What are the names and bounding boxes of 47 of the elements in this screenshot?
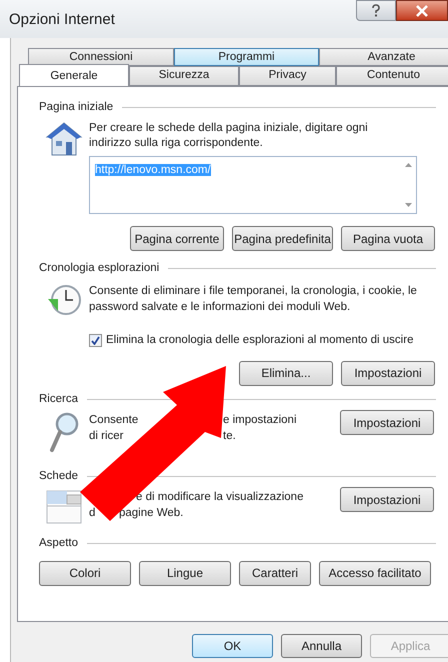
- home-page-button[interactable]: Pagina predefinita: [232, 226, 333, 252]
- section-title: Pagina iniziale: [39, 100, 114, 115]
- tab[interactable]: Avanzate: [319, 48, 448, 66]
- home-page-button[interactable]: Pagina corrente: [130, 226, 224, 252]
- appearance-button[interactable]: Caratteri: [239, 560, 311, 586]
- tab[interactable]: Programmi: [174, 48, 319, 66]
- tab[interactable]: Sicurezza: [129, 66, 239, 86]
- description-text: Consente di eliminare i file temporanei, la cronologia, i cookie, le password salvate e le informazioni dei moduli Web.: [89, 284, 418, 314]
- description-fragment: e di modificare la visualizzazione: [136, 490, 304, 506]
- house-icon: [45, 121, 83, 158]
- section-title: Cronologia esplorazioni: [39, 261, 160, 276]
- settings-button[interactable]: Impostazioni: [340, 487, 434, 512]
- close-icon: [415, 4, 429, 16]
- settings-button[interactable]: Impostazioni: [340, 410, 434, 435]
- history-button[interactable]: Elimina...: [239, 360, 333, 386]
- close-button[interactable]: [396, 0, 448, 21]
- tab[interactable]: Contenuto: [336, 66, 448, 86]
- help-button[interactable]: [356, 0, 396, 21]
- section-title: Ricerca: [39, 392, 78, 407]
- checkbox-label: Elimina la cronologia delle esplorazioni al momento di uscire: [106, 332, 414, 348]
- home-page-button[interactable]: Pagina vuota: [341, 226, 435, 252]
- section-title: Schede: [39, 469, 78, 484]
- magnifier-icon: [49, 412, 79, 454]
- tab[interactable]: Connessioni: [28, 48, 174, 66]
- description-fragment: e impostazioni: [223, 413, 297, 428]
- tabs-window-icon: [46, 489, 82, 526]
- url-text: http://lenovo.msn.com/: [95, 164, 211, 176]
- description-text: Per creare le schede della pagina iniziale, digitare ogni indirizzo sulla riga corrispondente.: [89, 121, 369, 152]
- scroll-up-arrow-icon[interactable]: [404, 163, 412, 168]
- section-title: Aspetto: [39, 536, 78, 552]
- window-title: Opzioni Internet: [8, 10, 115, 30]
- tab[interactable]: Privacy: [239, 66, 336, 86]
- description-fragment: pagine Web.: [119, 506, 184, 522]
- appearance-button[interactable]: Accesso facilitato: [319, 560, 431, 586]
- description-fragment: Consente: [89, 413, 138, 428]
- appearance-button[interactable]: Lingue: [139, 560, 231, 586]
- checkbox[interactable]: [89, 334, 102, 347]
- question-mark-icon: [371, 4, 381, 17]
- description-fragment: di ricer: [89, 429, 124, 444]
- appearance-button[interactable]: Colori: [39, 560, 131, 586]
- scroll-down-arrow-icon[interactable]: [404, 203, 412, 208]
- tab[interactable]: Generale: [19, 64, 129, 86]
- description-fragment: te.: [223, 429, 236, 444]
- dialog-button[interactable]: OK: [192, 634, 273, 658]
- dialog-button[interactable]: Annulla: [281, 634, 362, 658]
- description-fragment: d: [89, 506, 96, 522]
- history-button[interactable]: Impostazioni: [341, 360, 435, 386]
